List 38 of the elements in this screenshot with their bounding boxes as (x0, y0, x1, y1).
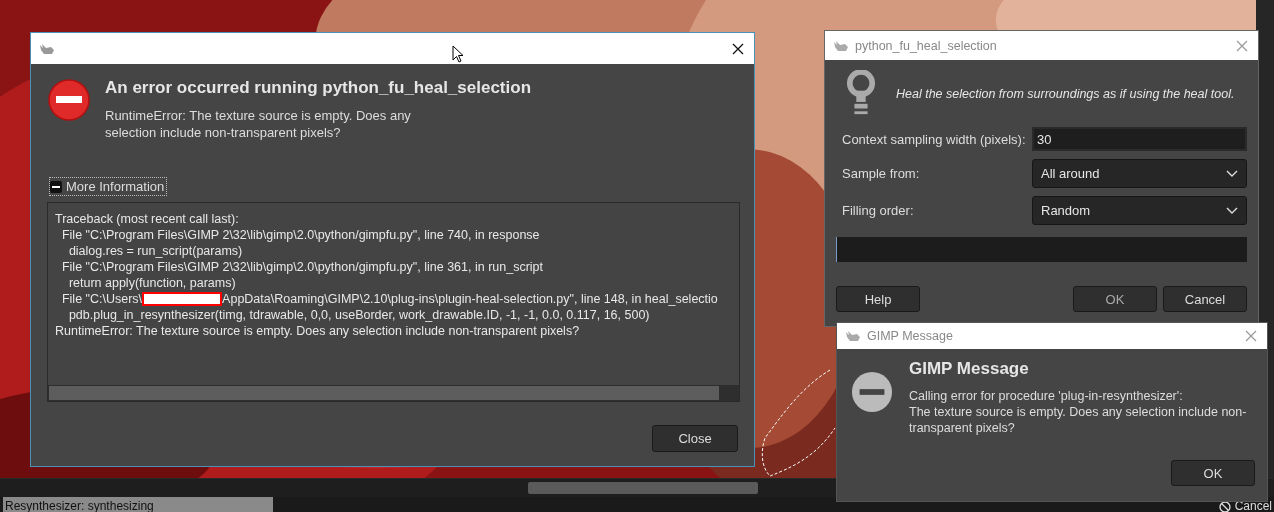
app-icon (845, 330, 861, 342)
error-message: RuntimeError: The texture source is empty. Does any selection include non-transparent pixels? (105, 107, 412, 141)
error-icon (851, 371, 893, 413)
field-label: Context sampling width (pixels): (841, 131, 1027, 147)
dropdown[interactable]: Random (1032, 196, 1247, 225)
error-icon (47, 78, 91, 122)
scrollbar-thumb[interactable] (49, 386, 719, 400)
traceback-line: dialog.res = run_script(params) (67, 243, 244, 259)
traceback-line: RuntimeError: The texture source is empty. Does any selection include non-transparent pixels? (55, 323, 581, 339)
dialog-button[interactable]: Help (836, 286, 920, 312)
app-icon (39, 42, 55, 55)
lightbulb-icon (846, 70, 876, 117)
error-heading: An error occurred running python_fu_heal_selection (105, 78, 532, 98)
scrollbar-thumb[interactable] (528, 482, 758, 494)
more-information-toggle[interactable]: More Information (49, 177, 168, 196)
dropdown[interactable]: All around (1032, 159, 1247, 188)
traceback-line: Traceback (most recent call last): (55, 211, 240, 227)
window-title: GIMP Message (867, 329, 953, 343)
message-text: Calling error for procedure 'plug-in-resynthesizer': The texture source is empty. Does any selection include non- transparent pixels? (909, 388, 1247, 436)
traceback-line: File "C:\Program Files\GIMP 2\32\lib\gimp\2.0\python/gimpfu.py", line 361, in run_script (60, 259, 545, 275)
window-title: python_fu_heal_selection (855, 38, 997, 53)
dialog-button[interactable]: Cancel (1163, 286, 1247, 312)
close-button[interactable]: Close (652, 425, 738, 452)
traceback-line: AppData\Roaming\GIMP\2.10\plug-ins\plugin-heal-selection.py", line 148, in heal_selectio (222, 292, 718, 306)
ok-button[interactable]: OK (1171, 460, 1255, 486)
app-icon (833, 39, 849, 52)
field-label: Sample from: (841, 166, 921, 181)
message-heading: GIMP Message (909, 359, 1030, 379)
traceback-line: File "C:\Program Files\GIMP 2\32\lib\gimp\2.0\python/gimpfu.py", line 740, in response (60, 227, 541, 243)
chevron-icon (1226, 169, 1238, 178)
traceback-line: return apply(function, params) (67, 275, 237, 291)
progress-bar: Resynthesizer: synthesizing (3, 497, 273, 512)
chevron-icon (1226, 206, 1238, 215)
sampling-width-field[interactable]: 30 (1032, 127, 1247, 151)
traceback-line: pdb.plug_in_resynthesizer(timg, tdrawable, 0,0, useBorder, work_drawable.ID, -1, -1, 0.0, 0.117, 16, 500) (67, 307, 651, 323)
plugin-description: Heal the selection from surroundings as if using the heal tool. (896, 86, 1235, 101)
field-label: Filling order: (841, 203, 915, 218)
traceback-line: File "C:\Users\ (60, 292, 143, 306)
